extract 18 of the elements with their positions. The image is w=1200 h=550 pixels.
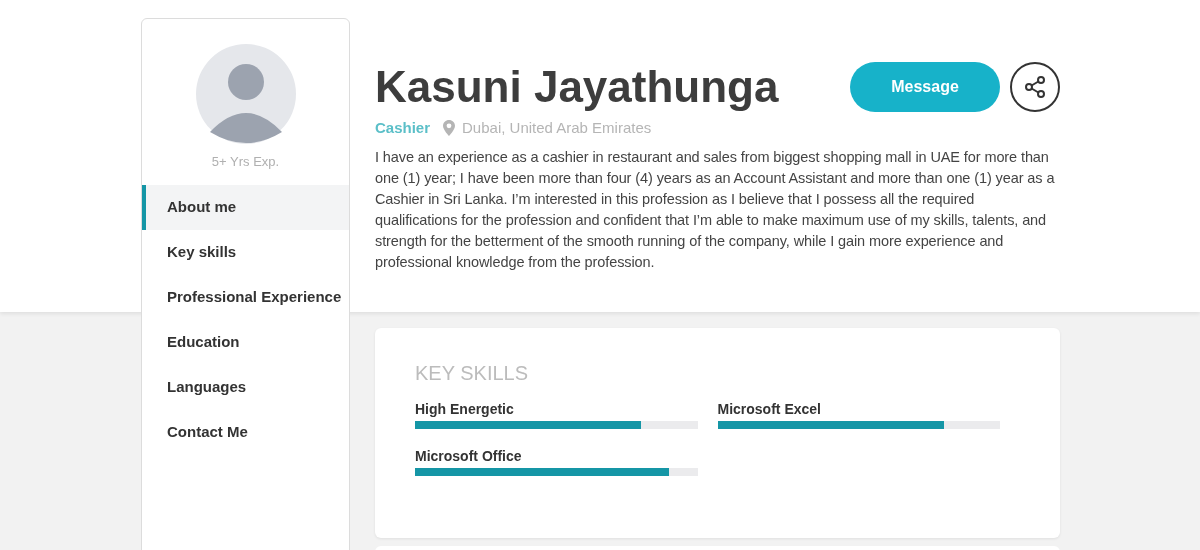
skill-name: Microsoft Excel xyxy=(717,399,822,418)
section-title: KEY SKILLS xyxy=(415,360,530,386)
profile-name: Kasuni Jayathunga xyxy=(375,61,779,113)
sidebar-item[interactable]: Key skills xyxy=(142,229,349,275)
location-text: Dubai, United Arab Emirates xyxy=(462,118,652,138)
about-paragraph: I have an experience as a cashier in restaurant and sales from biggest shopping mall in UAE for more than one (1) year; I have been more than four (4) years as an Account Assistant and more than one (1) year as a Cashier in Sri Lanka. I’m interested in this profession as I believe that I possess all the required qualifications for the profession and confident that I’m able to make maximum use of my skills, talents, and strength for the betterment of the smooth running of the company, while I gain more experience and professional knowledge from the profession. xyxy=(375,147,1056,272)
sidebar-item[interactable]: About me xyxy=(142,184,349,230)
share-icon xyxy=(1023,75,1047,99)
sidebar-item[interactable]: Contact Me xyxy=(142,409,349,455)
job-title: Cashier xyxy=(375,118,431,138)
skill-name: High Energetic xyxy=(415,399,515,418)
location-pin-icon xyxy=(443,120,456,137)
experience-label: 5+ Yrs Exp. xyxy=(210,153,281,171)
sidebar-item[interactable]: Professional Experience xyxy=(142,274,349,320)
skill-name: Microsoft Office xyxy=(415,446,523,465)
share-button[interactable] xyxy=(1010,62,1060,112)
sidebar-item[interactable]: Languages xyxy=(142,364,349,410)
sidebar-item[interactable]: Education xyxy=(142,319,349,365)
